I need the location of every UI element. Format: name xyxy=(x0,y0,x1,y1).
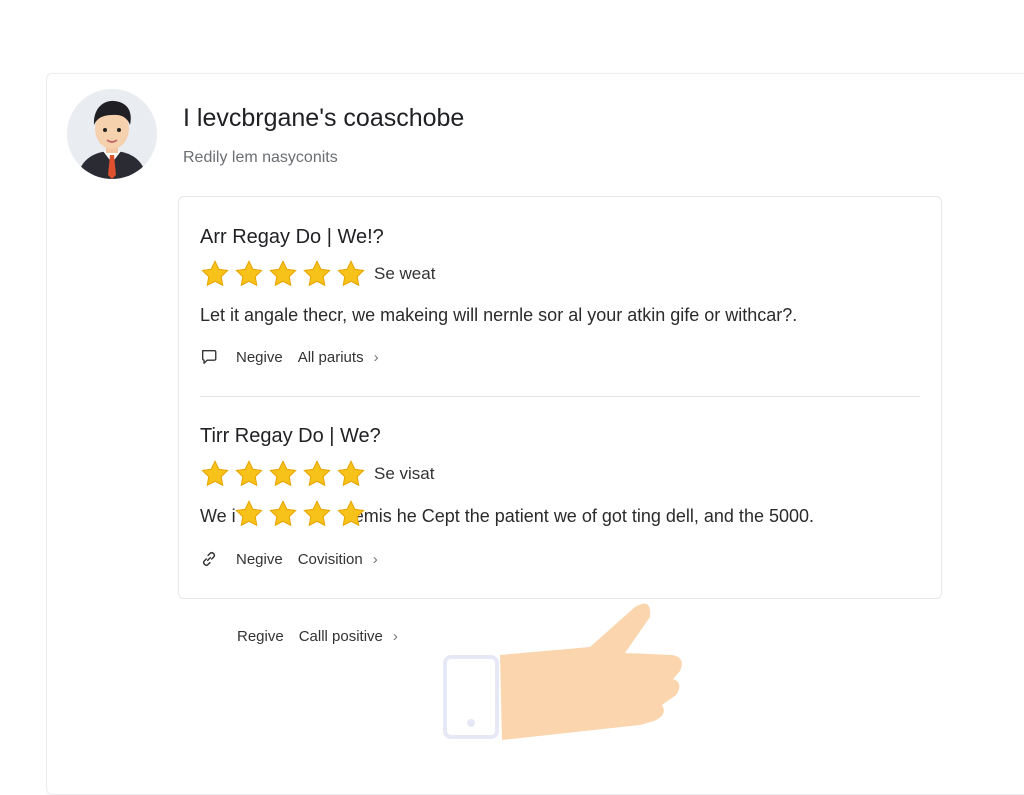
negative-link[interactable]: Negive xyxy=(236,349,283,366)
covisition-link[interactable]: Covisition xyxy=(298,551,363,568)
star-icon xyxy=(235,500,263,527)
link-icon xyxy=(202,551,216,567)
star-rating: Se visat xyxy=(200,459,434,489)
review-text: Let it angale thecr, we makeing will ner… xyxy=(200,305,798,325)
call-positive-link[interactable]: Calll positive xyxy=(299,628,383,645)
avatar xyxy=(67,89,157,179)
chevron-right-icon: › xyxy=(372,550,378,568)
star-icon xyxy=(269,460,297,487)
chevron-right-icon: › xyxy=(392,628,398,645)
star-rating: Se weat xyxy=(200,259,435,289)
page-subtitle: Redily lem nasyconits xyxy=(183,149,338,166)
star-icon xyxy=(235,460,263,487)
star-icon xyxy=(303,500,331,527)
star-icon xyxy=(269,260,297,287)
review-title: Arr Regay Do | We!? xyxy=(200,226,384,248)
star-icon xyxy=(269,500,297,527)
all-parts-link[interactable]: All pariuts xyxy=(298,349,364,366)
star-label: Se weat xyxy=(374,264,436,283)
star-icon xyxy=(201,460,229,487)
review-footer: Negive Covisition › xyxy=(200,550,378,568)
page-title: I levcbrgane's coaschobe xyxy=(183,104,465,132)
star-icon xyxy=(303,260,331,287)
chat-bubble-icon xyxy=(202,350,217,364)
star-icon xyxy=(201,260,229,287)
overlay-star-rating xyxy=(234,499,370,529)
review-title: Tirr Regay Do | We? xyxy=(200,425,381,447)
divider xyxy=(200,396,920,397)
star-icon xyxy=(235,260,263,287)
reviews-panel xyxy=(178,196,942,599)
review-footer: Negive All pariuts › xyxy=(200,348,379,366)
star-label: Se visat xyxy=(374,464,435,483)
star-icon xyxy=(303,460,331,487)
hand-pointer-illustration xyxy=(443,603,682,740)
star-icon xyxy=(337,460,365,487)
bottom-actions: Regive Calll positive › xyxy=(237,628,398,645)
negative-link[interactable]: Negive xyxy=(236,551,283,568)
star-icon xyxy=(337,500,365,527)
chevron-right-icon: › xyxy=(373,348,379,366)
star-icon xyxy=(337,260,365,287)
regive-link[interactable]: Regive xyxy=(237,628,284,645)
